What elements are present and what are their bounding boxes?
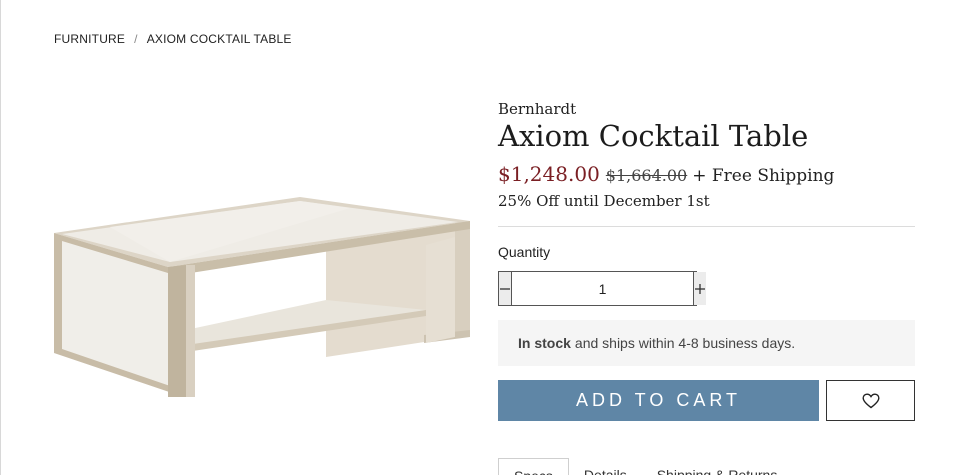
tab-shipping-returns[interactable]: Shipping & Returns — [642, 458, 793, 475]
quantity-input[interactable] — [512, 272, 693, 305]
quantity-decrease-button[interactable] — [499, 272, 512, 305]
heart-icon — [861, 392, 880, 408]
original-price: $1,664.00 — [605, 166, 688, 185]
sale-price: $1,248.00 — [498, 162, 600, 186]
product-brand: Bernhardt — [498, 100, 577, 118]
quantity-increase-button[interactable] — [693, 272, 706, 305]
stock-status-label: In stock — [518, 335, 571, 351]
quantity-stepper — [498, 271, 706, 306]
stock-status-detail: and ships within 4-8 business days. — [574, 335, 796, 351]
breadcrumb-separator: / — [134, 32, 138, 46]
page-edge-line — [0, 0, 1, 475]
promo-text: 25% Off until December 1st — [498, 192, 710, 210]
price-row: $1,248.00 $1,664.00 + Free Shipping — [498, 162, 834, 186]
wishlist-button[interactable] — [826, 380, 915, 421]
breadcrumb-furniture[interactable]: FURNITURE — [54, 32, 125, 46]
product-image — [54, 197, 470, 397]
breadcrumb: FURNITURE / AXIOM COCKTAIL TABLE — [54, 32, 292, 46]
plus-icon — [695, 283, 705, 294]
tab-specs[interactable]: Specs — [498, 458, 569, 475]
minus-icon — [500, 287, 510, 290]
tab-details[interactable]: Details — [569, 458, 642, 475]
breadcrumb-current: AXIOM COCKTAIL TABLE — [146, 32, 292, 46]
shipping-note: + Free Shipping — [692, 166, 835, 186]
divider — [498, 226, 915, 227]
product-title: Axiom Cocktail Table — [498, 119, 809, 153]
add-to-cart-button[interactable]: ADD TO CART — [498, 380, 819, 421]
product-tabs: Specs Details Shipping & Returns — [498, 458, 792, 475]
quantity-label: Quantity — [498, 244, 551, 260]
stock-status: In stock and ships within 4-8 business d… — [498, 320, 915, 366]
